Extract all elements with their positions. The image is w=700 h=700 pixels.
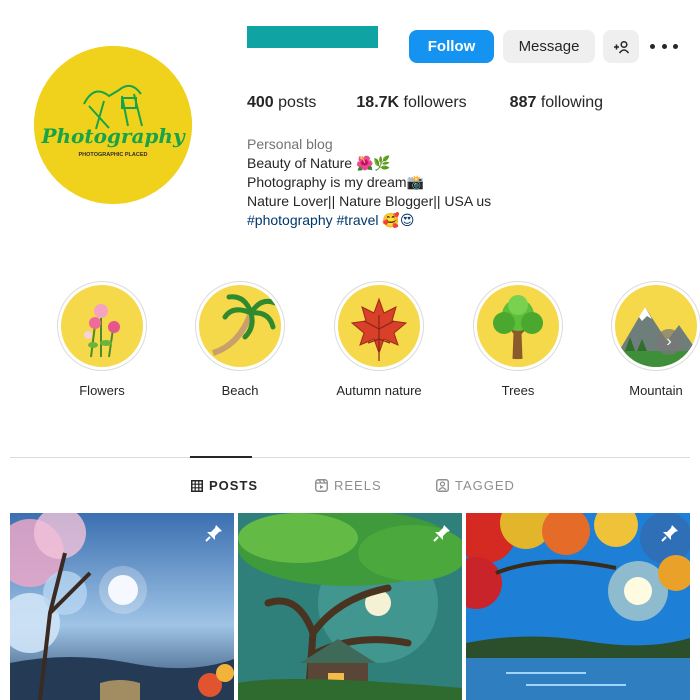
tab-reels[interactable]: REELS [315,478,382,493]
reels-icon [315,479,328,492]
tabs-divider [10,457,690,458]
bio-hashtags[interactable]: #photography #travel 🥰😍 [247,211,491,230]
tab-posts[interactable]: POSTS [191,478,258,493]
add-person-icon [614,40,630,53]
tab-tagged-label: TAGGED [455,478,515,493]
tab-tagged[interactable]: TAGGED [436,478,515,493]
highlight-beach[interactable]: Beach [195,281,285,398]
tree-icon [493,295,543,360]
highlight-label: Mountain [629,383,683,398]
profile-bio: Personal blog Beauty of Nature 🌺🌿 Photog… [247,135,491,230]
bio-line: Beauty of Nature 🌺🌿 [247,155,391,171]
profile-avatar[interactable]: Photography PHOTOGRAPHIC PLACED [34,46,192,204]
profile-stats: 400 posts 18.7K followers 887 following [247,94,645,112]
grid-icon [191,479,203,492]
palm-tree-icon [211,294,278,356]
pin-icon [661,525,678,542]
message-button[interactable]: Message [503,30,595,63]
highlight-label: Beach [221,383,259,398]
highlight-trees[interactable]: Trees [473,281,563,398]
follow-button[interactable]: Follow [409,30,494,63]
bio-line: Nature Lover|| Nature Blogger|| USA us [247,193,492,209]
highlight-autumn-nature[interactable]: Autumn nature [334,281,424,398]
followers-stat[interactable]: 18.7K followers [356,94,466,112]
highlight-flowers[interactable]: Flowers [57,281,147,398]
post-image-moonlit-trees [10,513,234,700]
post-image-tree-cottage [238,513,462,700]
post-thumbnail[interactable] [10,513,234,700]
pin-icon [433,525,450,542]
highlight-label: Flowers [79,383,125,398]
mountain-icon [617,307,697,367]
tab-reels-label: REELS [334,478,382,493]
tab-posts-label: POSTS [209,478,259,493]
username-redacted [247,26,378,48]
post-image-autumn-lake [466,513,690,700]
bio-category: Personal blog [247,136,333,152]
tagged-icon [436,479,449,492]
logo-subtext: PHOTOGRAPHIC PLACED [79,152,148,158]
highlight-label: Autumn nature [336,383,422,398]
post-thumbnail[interactable] [238,513,462,700]
following-stat[interactable]: 887 following [510,94,603,112]
pin-icon [205,525,222,542]
posts-stat[interactable]: 400 posts [247,94,316,112]
chevron-right-icon[interactable]: › [656,329,682,355]
more-options-icon[interactable] [650,36,678,56]
active-tab-indicator [190,456,252,458]
post-thumbnail[interactable] [466,513,690,700]
highlight-label: Trees [501,383,535,398]
flowers-icon [84,304,120,358]
maple-leaf-icon [350,297,408,361]
suggest-accounts-button[interactable] [603,30,639,63]
logo-text: Photography [40,124,186,148]
bio-line: Photography is my dream📸 [247,174,424,190]
